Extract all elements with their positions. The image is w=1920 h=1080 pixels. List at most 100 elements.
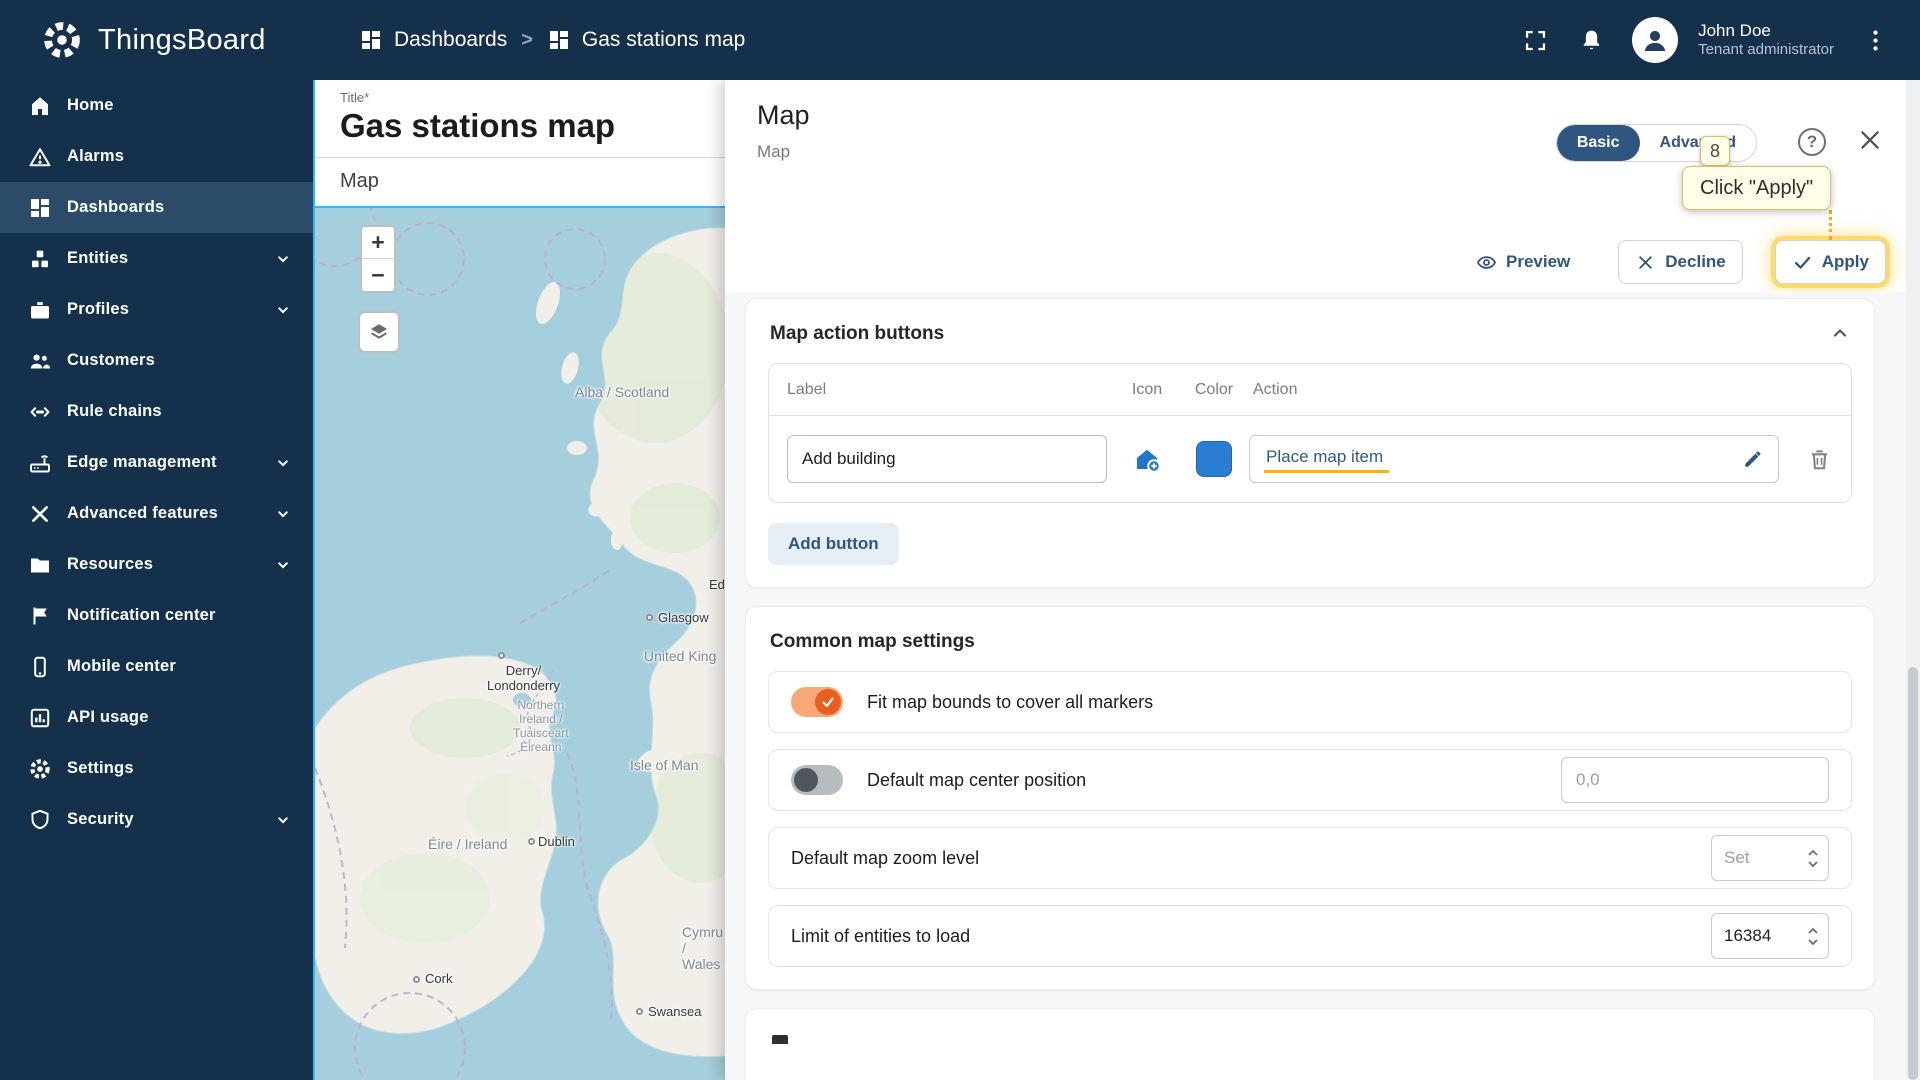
button-label-input[interactable] <box>787 435 1107 483</box>
map-center-input[interactable] <box>1562 770 1828 790</box>
breadcrumb: Dashboards > Gas stations map <box>359 28 745 52</box>
map-center-toggle[interactable] <box>791 765 843 795</box>
tools-icon <box>28 502 52 526</box>
close-panel-button[interactable] <box>1854 124 1886 156</box>
dashboard-title-field[interactable]: Title* Gas stations map <box>315 80 725 158</box>
home-icon <box>28 94 52 118</box>
sidebar-item-alarms[interactable]: Alarms <box>0 131 313 182</box>
zoom-level-input[interactable] <box>1712 848 1802 868</box>
fullscreen-button[interactable] <box>1520 25 1550 55</box>
breadcrumb-label: Dashboards <box>394 28 508 51</box>
map-widget[interactable]: + − Alba / Scotland Ed Glasgow United Ki… <box>315 206 725 1080</box>
setting-label: Fit map bounds to cover all markers <box>867 691 1154 712</box>
chevron-down-icon <box>271 808 295 832</box>
zoom-level-stepper[interactable] <box>1802 849 1828 868</box>
collapse-section-button[interactable] <box>1828 321 1852 345</box>
sidebar-item-label: Profiles <box>67 300 130 318</box>
city-dot-glasgow <box>646 614 653 621</box>
sidebar-item-mobile-center[interactable]: Mobile center <box>0 641 313 692</box>
sidebar-item-label: Alarms <box>67 147 125 165</box>
stepper-down-icon <box>1808 938 1818 945</box>
action-buttons-table: Label Icon Color Action Add building Pla… <box>768 363 1852 503</box>
sidebar-item-notification-center[interactable]: Notification center <box>0 590 313 641</box>
breadcrumb-dashboards[interactable]: Dashboards <box>359 28 507 52</box>
top-bar-right: John Doe Tenant administrator <box>1520 17 1920 63</box>
sidebar-item-settings[interactable]: Settings <box>0 743 313 794</box>
briefcase-icon <box>28 298 52 322</box>
sidebar-item-label: Security <box>67 810 134 828</box>
tab-advanced[interactable]: Advanced <box>1639 125 1756 161</box>
chevron-down-icon <box>271 247 295 271</box>
entity-limit-stepper[interactable] <box>1802 927 1828 946</box>
table-header-row: Label Icon Color Action <box>769 364 1851 416</box>
chevron-down-icon <box>271 553 295 577</box>
city-dot-swansea <box>636 1008 643 1015</box>
warning-icon <box>28 145 52 169</box>
eye-icon <box>1476 255 1497 269</box>
tab-basic[interactable]: Basic <box>1556 125 1640 161</box>
sidebar-item-security[interactable]: Security <box>0 794 313 845</box>
chevron-up-icon <box>1833 328 1847 337</box>
close-icon <box>1861 131 1879 149</box>
column-action: Action <box>1253 380 1298 398</box>
next-section-partial <box>745 1008 1875 1080</box>
section-title: Common map settings <box>770 631 975 652</box>
sidebar-item-profiles[interactable]: Profiles <box>0 284 313 335</box>
button-action-field: Place map item <box>1249 435 1779 483</box>
section-title: Map action buttons <box>770 323 945 344</box>
add-button[interactable]: Add button <box>768 523 899 565</box>
smartphone-icon <box>28 655 52 679</box>
notifications-button[interactable] <box>1576 25 1606 55</box>
title-field-label: Title* <box>340 90 370 105</box>
apply-button[interactable]: Apply <box>1774 240 1886 284</box>
button-color-swatch[interactable] <box>1196 441 1232 477</box>
sidebar-item-label: Rule chains <box>67 402 162 420</box>
sidebar-item-rule-chains[interactable]: Rule chains <box>0 386 313 437</box>
dashboard-title-value[interactable]: Gas stations map <box>340 107 725 145</box>
more-menu-button[interactable] <box>1860 25 1890 55</box>
entity-limit-input[interactable] <box>1712 926 1802 946</box>
scrollbar-thumb[interactable] <box>1908 667 1918 1080</box>
app-logo[interactable]: ThingsBoard <box>0 18 313 62</box>
sidebar-item-dashboards[interactable]: Dashboards <box>0 182 313 233</box>
sidebar-item-entities[interactable]: Entities <box>0 233 313 284</box>
shield-icon <box>28 808 52 832</box>
breadcrumb-label: Gas stations map <box>581 28 746 51</box>
clipped-heading-fragment <box>772 1035 788 1044</box>
setting-entity-limit: Limit of entities to load <box>768 905 1852 967</box>
sidebar-item-api-usage[interactable]: API usage <box>0 692 313 743</box>
user-role: Tenant administrator <box>1698 41 1834 59</box>
map-layers-button[interactable] <box>358 311 400 353</box>
decline-label: Decline <box>1665 252 1726 271</box>
folder-icon <box>28 553 52 577</box>
sidebar-item-customers[interactable]: Customers <box>0 335 313 386</box>
breadcrumb-separator: > <box>521 28 533 51</box>
help-button[interactable]: ? <box>1798 128 1826 156</box>
sidebar-item-label: Dashboards <box>67 198 165 216</box>
setting-label: Default map zoom level <box>791 847 980 868</box>
decline-button[interactable]: Decline <box>1618 240 1743 284</box>
fit-bounds-toggle[interactable] <box>791 687 843 717</box>
x-icon <box>1639 255 1652 269</box>
preview-button[interactable]: Preview <box>1460 240 1587 284</box>
breadcrumb-current-dashboard[interactable]: Gas stations map <box>547 28 745 52</box>
column-icon: Icon <box>1131 380 1163 398</box>
edit-action-icon[interactable] <box>1742 448 1764 470</box>
button-icon-picker[interactable] <box>1115 444 1179 474</box>
sidebar-item-resources[interactable]: Resources <box>0 539 313 590</box>
action-link[interactable]: Place map item <box>1264 445 1390 473</box>
tutorial-step-badge: 8 <box>1700 136 1730 166</box>
tutorial-callout-connector <box>1829 210 1832 240</box>
delete-row-icon[interactable] <box>1807 447 1832 472</box>
bell-icon <box>1583 30 1599 49</box>
sidebar-item-advanced-features[interactable]: Advanced features <box>0 488 313 539</box>
user-avatar[interactable] <box>1632 17 1679 63</box>
zoom-out-button[interactable]: − <box>362 259 394 291</box>
sidebar-item-label: Advanced features <box>67 504 219 522</box>
sidebar-item-home[interactable]: Home <box>0 80 313 131</box>
zoom-in-button[interactable]: + <box>362 227 394 259</box>
sidebar-item-edge-management[interactable]: Edge management <box>0 437 313 488</box>
chart-icon <box>28 706 52 730</box>
stepper-up-icon <box>1808 849 1818 856</box>
user-name: John Doe <box>1698 21 1771 40</box>
